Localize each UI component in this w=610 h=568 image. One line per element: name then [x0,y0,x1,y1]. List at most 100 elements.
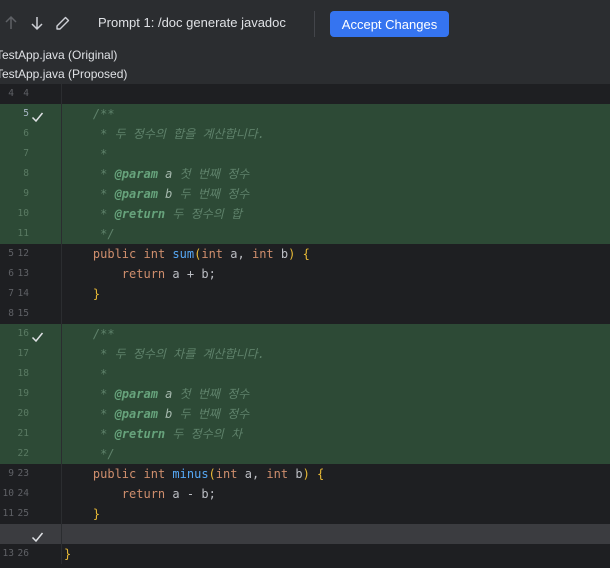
code-text: } [92,287,101,301]
diff-line: 19 * @param a 첫 번째 정수 [0,384,610,404]
new-line-number: 14 [17,288,29,299]
code-text: */ [64,227,115,241]
line-gutter: 11 [0,224,62,244]
accept-changes-button[interactable]: Accept Changes [330,11,449,37]
pencil-icon[interactable] [54,14,72,32]
arrow-up-icon[interactable] [2,14,20,32]
toolbar-divider [314,11,315,37]
code-text: * 두 정수의 합을 계산합니다. [64,127,265,141]
diff-line: 5 12 public int sum(int a, int b) { [0,244,610,264]
diff-editor[interactable]: 445 /** 6 * 두 정수의 합을 계산합니다. 7 * 8 * @param … [0,84,610,568]
diff-line: 5 /** [0,104,610,124]
line-gutter [0,524,62,544]
diff-line: 6 * 두 정수의 합을 계산합니다. [0,124,610,144]
accept-check-icon[interactable] [31,108,44,123]
accept-check-icon[interactable] [31,328,44,343]
new-line-number: 12 [17,248,29,259]
proposed-file-name: TestApp.java (Proposed) [0,67,128,81]
line-gutter: 8 15 [0,304,62,324]
diff-line: 9 * @param b 두 번째 정수 [0,184,610,204]
file-header: TestApp.java (Original) TestApp.java (Pr… [0,46,610,84]
diff-line: 9 23 public int minus(int a, int b) { [0,464,610,484]
diff-line: 11 25 } [0,504,610,524]
old-line-number: 7 [8,288,14,299]
diff-line: 17 * 두 정수의 차를 계산합니다. [0,344,610,364]
new-line-number: 11 [17,228,29,239]
old-line-number: 9 [8,468,14,479]
code-text: * @param b 두 번째 정수 [64,407,250,421]
line-gutter: 19 [0,384,62,404]
code-text: } [64,547,72,561]
code-text: return a + b; [121,267,216,281]
diff-line: 8 * @param a 첫 번째 정수 [0,164,610,184]
new-line-number: 9 [23,188,29,199]
code-text: return a - b; [121,487,216,501]
diff-line: 18 * [0,364,610,384]
line-gutter: 6 13 [0,264,62,284]
line-gutter: 16 [0,324,62,344]
old-line-number: 13 [2,548,14,559]
diff-line: 13 26} [0,544,610,564]
line-gutter: 44 [0,84,62,104]
new-line-number: 15 [17,308,29,319]
old-line-number: 6 [8,268,14,279]
line-gutter: 20 [0,404,62,424]
line-gutter: 11 25 [0,504,62,524]
diff-line: 10 * @return 두 정수의 합 [0,204,610,224]
line-gutter: 7 14 [0,284,62,304]
code-text: * @param a 첫 번째 정수 [64,387,250,401]
new-line-number: 19 [17,388,29,399]
old-line-number: 10 [2,488,14,499]
new-line-number: 26 [17,548,29,559]
line-gutter: 6 [0,124,62,144]
code-text: * [64,367,108,381]
accept-check-icon[interactable] [31,528,44,543]
diff-line [0,524,610,544]
diff-line: 7 * [0,144,610,164]
diff-line: 10 24 return a - b; [0,484,610,504]
new-line-number: 5 [23,108,29,119]
diff-toolbar: Prompt 1: /doc generate javadoc Accept C… [0,0,610,46]
diff-line: 11 */ [0,224,610,244]
original-file-name: TestApp.java (Original) [0,48,118,62]
line-gutter: 13 26 [0,544,62,564]
new-line-number: 16 [17,328,29,339]
old-line-number: 4 [8,88,14,99]
code-text: * @param a 첫 번째 정수 [64,167,250,181]
old-line-number: 11 [2,508,14,519]
new-line-number: 4 [23,88,29,99]
code-text: public int minus(int a, int b) { [92,467,325,481]
new-line-number: 18 [17,368,29,379]
line-gutter: 18 [0,364,62,384]
new-line-number: 21 [17,428,29,439]
line-gutter: 21 [0,424,62,444]
new-line-number: 20 [17,408,29,419]
line-gutter: 5 [0,104,62,124]
line-gutter: 10 [0,204,62,224]
code-text: public int sum(int a, int b) { [92,247,310,261]
line-gutter: 10 24 [0,484,62,504]
code-text: * @param b 두 번째 정수 [64,187,250,201]
line-gutter: 8 [0,164,62,184]
new-line-number: 25 [17,508,29,519]
line-gutter: 7 [0,144,62,164]
new-line-number: 10 [17,208,29,219]
diff-line: 16 /** [0,324,610,344]
new-line-number: 13 [17,268,29,279]
code-text: */ [64,447,115,461]
new-line-number: 17 [17,348,29,359]
diff-line: 22 */ [0,444,610,464]
new-line-number: 23 [17,468,29,479]
code-text: /** [64,327,115,341]
new-line-number: 22 [17,448,29,459]
diff-line: 8 15 [0,304,610,324]
new-line-number: 24 [17,488,29,499]
line-gutter: 5 12 [0,244,62,264]
prompt-label: Prompt 1: /doc generate javadoc [98,15,286,30]
line-gutter: 9 [0,184,62,204]
diff-line: 21 * @return 두 정수의 차 [0,424,610,444]
new-line-number: 6 [23,128,29,139]
line-gutter: 17 [0,344,62,364]
line-gutter: 22 [0,444,62,464]
arrow-down-icon[interactable] [28,14,46,32]
